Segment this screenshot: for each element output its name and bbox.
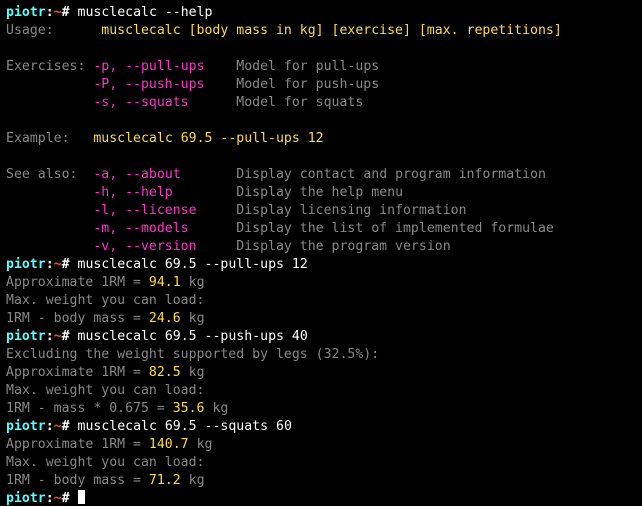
prompt-hash: # — [62, 5, 78, 20]
prompt-line: piotr:~# musclecalc --help — [6, 5, 212, 20]
prompt-line: piotr:~# musclecalc 69.5 --squats 60 — [6, 419, 292, 434]
prompt-line: piotr:~# musclecalc 69.5 --pull-ups 12 — [6, 257, 308, 272]
exercises-header: Exercises: -p, --pull-ups Model for pull… — [6, 59, 379, 74]
result-line: Max. weight you can load: — [6, 455, 205, 470]
prompt-sep: : — [46, 5, 54, 20]
command-text: musclecalc 69.5 --squats 60 — [78, 419, 292, 434]
result-line: 1RM - body mass = 71.2 kg — [6, 473, 205, 488]
command-text: musclecalc 69.5 --pull-ups 12 — [78, 257, 308, 272]
seealso-header: See also: -a, --about Display contact an… — [6, 167, 546, 182]
seealso-row: -h, --help Display the help menu — [6, 185, 403, 200]
prompt-user: piotr — [6, 5, 46, 20]
result-line: Approximate 1RM = 94.1 kg — [6, 275, 205, 290]
result-line: Approximate 1RM = 140.7 kg — [6, 437, 212, 452]
seealso-row: -v, --version Display the program versio… — [6, 239, 451, 254]
exercise-row: -P, --push-ups Model for push-ups — [6, 77, 379, 92]
terminal-output[interactable]: piotr:~# musclecalc --help Usage: muscle… — [0, 0, 642, 506]
result-line: Max. weight you can load: — [6, 383, 205, 398]
prompt-line-active[interactable]: piotr:~# — [6, 491, 85, 506]
seealso-row: -l, --license Display licensing informat… — [6, 203, 467, 218]
command-text: musclecalc --help — [78, 5, 213, 20]
result-line: Max. weight you can load: — [6, 293, 205, 308]
result-line: 1RM - mass * 0.675 = 35.6 kg — [6, 401, 228, 416]
cursor-icon — [78, 490, 85, 504]
command-text: musclecalc 69.5 --push-ups 40 — [78, 329, 308, 344]
example-line: Example: musclecalc 69.5 --pull-ups 12 — [6, 131, 324, 146]
seealso-row: -m, --models Display the list of impleme… — [6, 221, 554, 236]
usage-line: Usage: musclecalc [body mass in kg] [exe… — [6, 23, 562, 38]
prompt-line: piotr:~# musclecalc 69.5 --push-ups 40 — [6, 329, 308, 344]
result-line: Approximate 1RM = 82.5 kg — [6, 365, 205, 380]
result-line: 1RM - body mass = 24.6 kg — [6, 311, 205, 326]
prompt-path: ~ — [54, 5, 62, 20]
result-line: Excluding the weight supported by legs (… — [6, 347, 379, 362]
exercise-row: -s, --squats Model for squats — [6, 95, 363, 110]
